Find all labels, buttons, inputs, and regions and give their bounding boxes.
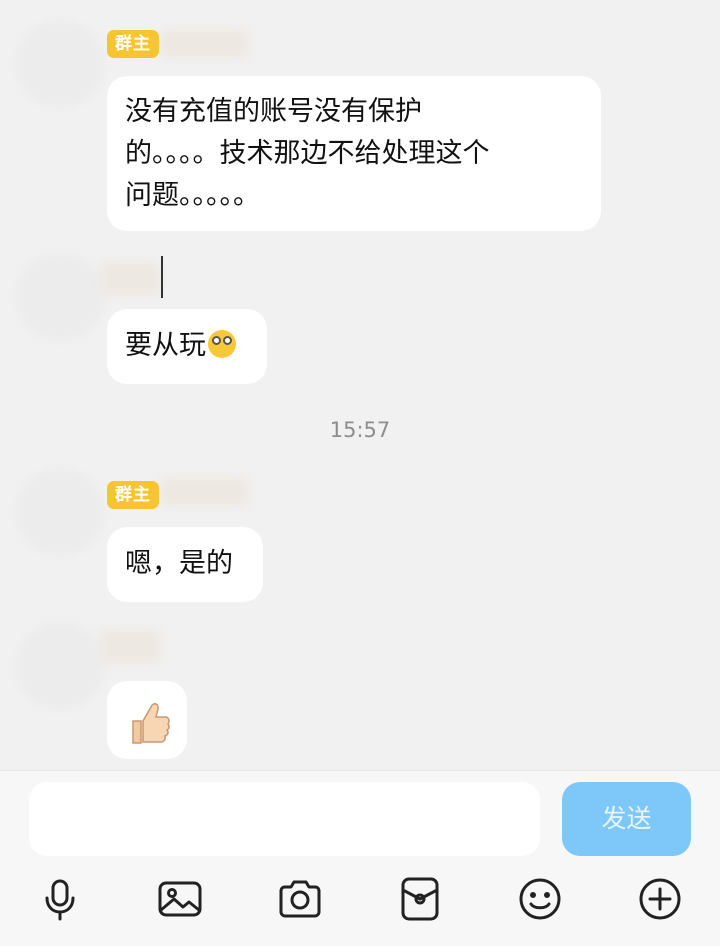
chat-area[interactable]: 群主 没有充值的账号没有保护 的。。。。技术那边不给处理这个 问题。。。。。 要… <box>0 0 720 770</box>
emoji-icon[interactable] <box>517 876 563 922</box>
text-cursor <box>161 256 163 298</box>
avatar[interactable] <box>16 20 104 108</box>
owner-badge: 群主 <box>107 30 159 58</box>
message-text: 的。。。。技术那边不给处理这个 <box>125 138 490 169</box>
owner-badge: 群主 <box>107 481 159 509</box>
message-text: 问题。。。。。 <box>125 180 260 211</box>
message-input[interactable] <box>29 782 540 856</box>
message-text: 要从玩 <box>125 330 206 361</box>
sender-name <box>100 262 160 296</box>
message-bubble[interactable]: 嗯，是的 <box>107 527 263 602</box>
red-packet-icon[interactable] <box>397 876 443 922</box>
camera-icon[interactable] <box>277 876 323 922</box>
plus-icon[interactable] <box>637 876 683 922</box>
avatar[interactable] <box>16 468 104 556</box>
sender-name <box>100 630 160 664</box>
message-text: 没有充值的账号没有保护 <box>125 96 422 127</box>
image-icon[interactable] <box>157 876 203 922</box>
avatar[interactable] <box>16 253 104 341</box>
message-bubble[interactable] <box>107 681 187 759</box>
send-button[interactable]: 发送 <box>562 782 691 856</box>
avatar[interactable] <box>16 622 104 710</box>
shocked-face-emoji-icon <box>208 330 236 358</box>
message-bubble[interactable]: 没有充值的账号没有保护 的。。。。技术那边不给处理这个 问题。。。。。 <box>107 76 601 231</box>
thumbs-up-icon <box>132 703 170 744</box>
message-text: 嗯，是的 <box>125 548 233 579</box>
composer-bar: 发送 <box>0 770 720 946</box>
microphone-icon[interactable] <box>37 876 83 922</box>
message-bubble[interactable]: 要从玩 <box>107 309 267 384</box>
sender-name <box>160 478 248 506</box>
sender-name <box>160 30 248 58</box>
timestamp: 15:57 <box>329 418 391 442</box>
